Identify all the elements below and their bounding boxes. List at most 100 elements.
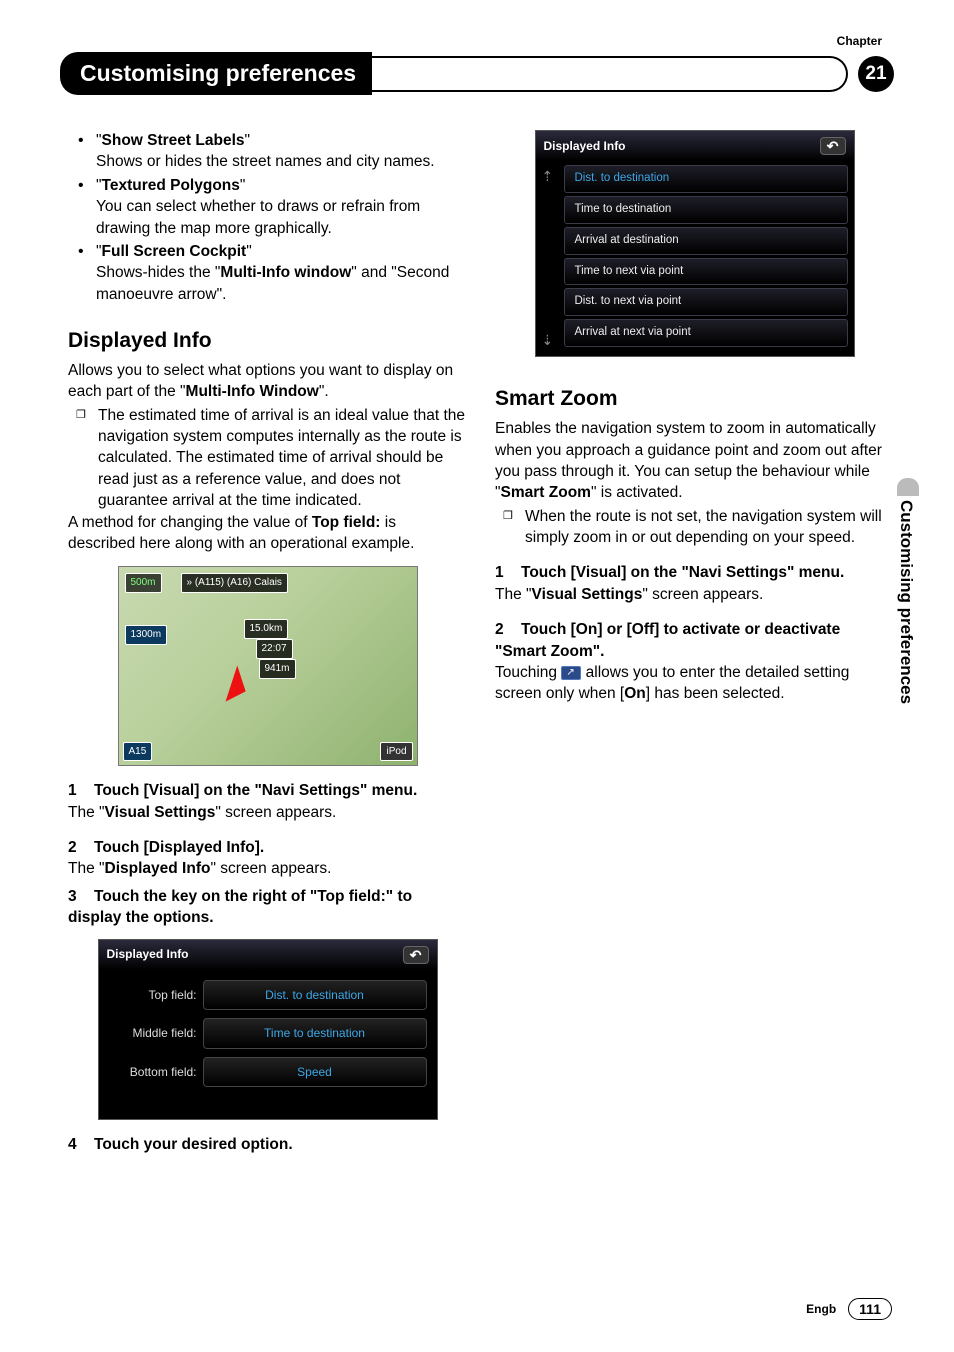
text-bold: Smart Zoom (501, 484, 591, 501)
option-title: Full Screen Cockpit (102, 243, 247, 260)
text-bold: On (624, 685, 646, 702)
step-4: 4Touch your desired option. (68, 1134, 467, 1155)
option-item[interactable]: Dist. to next via point (564, 288, 848, 316)
map-time-label: 22:07 (256, 639, 293, 659)
option-item[interactable]: Time to destination (564, 196, 848, 224)
text: " screen appears. (215, 804, 336, 821)
option-item[interactable]: Arrival at destination (564, 227, 848, 255)
side-tab-indicator (897, 478, 919, 496)
map-dist2-label: 15.0km (244, 619, 289, 639)
sz-step-1: 1Touch [Visual] on the "Navi Settings" m… (495, 562, 894, 583)
option-item[interactable]: Dist. to destination (564, 165, 848, 193)
text: Shows-hides the " (96, 264, 220, 281)
step-2: 2Touch [Displayed Info]. (68, 837, 467, 858)
note-list: When the route is not set, the navigatio… (495, 506, 894, 549)
title-band: Customising preferences 21 (60, 52, 894, 95)
text-bold: Multi-Info Window (186, 383, 319, 400)
sz-step-1-after: The "Visual Settings" screen appears. (495, 584, 894, 605)
chapter-number-badge: 21 (858, 56, 894, 92)
step-3: 3Touch the key on the right of "Top fiel… (68, 886, 467, 929)
map-scale-label: 500m (125, 573, 162, 593)
step-1: 1Touch [Visual] on the "Navi Settings" m… (68, 780, 467, 801)
map-alt-label: 941m (259, 659, 296, 679)
field-row-middle: Middle field: Time to destination (109, 1018, 427, 1049)
note-eta: The estimated time of arrival is an idea… (98, 405, 467, 512)
side-tab-label: Customising preferences (896, 500, 916, 704)
chapter-label: Chapter (837, 34, 882, 48)
map-screenshot: 500m » (A115) (A16) Calais 1300m 15.0km … (118, 566, 418, 766)
field-label: Top field: (109, 987, 203, 1004)
footer-language: Engb (806, 1302, 836, 1316)
text: A method for changing the value of (68, 514, 312, 531)
step-1-after: The "Visual Settings" screen appears. (68, 802, 467, 823)
text-bold: Multi-Info window (220, 264, 351, 281)
text: " is activated. (591, 484, 683, 501)
map-dist-label: 1300m (125, 625, 168, 645)
settings-tool-icon[interactable] (561, 666, 581, 680)
field-label: Bottom field: (109, 1064, 203, 1081)
option-desc: You can select whether to draws or refra… (96, 196, 467, 239)
displayed-info-intro: Allows you to select what options you wa… (68, 360, 467, 403)
text: ". (319, 383, 329, 400)
note-smart-zoom: When the route is not set, the navigatio… (525, 506, 894, 549)
text: The " (68, 804, 105, 821)
method-para: A method for changing the value of Top f… (68, 512, 467, 555)
heading-smart-zoom: Smart Zoom (495, 385, 894, 414)
device-screen-fields: Displayed Info ↶ Top field: Dist. to des… (98, 939, 438, 1121)
page-header: Chapter Customising preferences 21 (60, 38, 894, 95)
step-text: Touch [Displayed Info]. (94, 839, 264, 856)
field-value-button[interactable]: Time to destination (203, 1018, 427, 1049)
sz-step-2-after: Touching allows you to enter the detaile… (495, 662, 894, 705)
device-options-body: ⇡ Dist. to destination Time to destinati… (536, 161, 854, 356)
back-icon[interactable]: ↶ (403, 946, 429, 964)
text: " screen appears. (642, 586, 763, 603)
text: ] has been selected. (646, 685, 785, 702)
title-rule (372, 56, 848, 92)
back-icon[interactable]: ↶ (820, 137, 846, 155)
step-num: 3 (68, 886, 94, 907)
page-footer: Engb 111 (806, 1298, 892, 1320)
option-item[interactable]: Time to next via point (564, 258, 848, 286)
sz-step-2: 2Touch [On] or [Off] to activate or deac… (495, 619, 894, 662)
option-title: Show Street Labels (102, 132, 245, 149)
device-title: Displayed Info (544, 138, 626, 155)
device-header: Displayed Info ↶ (99, 940, 437, 970)
text-bold: Visual Settings (105, 804, 216, 821)
text-bold: Displayed Info (105, 860, 211, 877)
field-value-button[interactable]: Dist. to destination (203, 980, 427, 1011)
scroll-down-icon[interactable]: ⇣ (542, 331, 554, 350)
sz-step-1-block: 1Touch [Visual] on the "Navi Settings" m… (495, 562, 894, 605)
step-num: 4 (68, 1134, 94, 1155)
option-full-screen-cockpit: "Full Screen Cockpit" Shows-hides the "M… (96, 241, 467, 305)
options-bullet-list: "Show Street Labels" Shows or hides the … (68, 130, 467, 305)
map-road-badge: A15 (123, 742, 153, 762)
map-ipod-badge: iPod (380, 742, 412, 762)
option-desc: Shows or hides the street names and city… (96, 151, 467, 172)
option-desc: Shows-hides the "Multi-Info window" and … (96, 262, 467, 305)
option-item[interactable]: Arrival at next via point (564, 319, 848, 347)
smart-zoom-intro: Enables the navigation system to zoom in… (495, 418, 894, 504)
device-screen-options: Displayed Info ↶ ⇡ Dist. to destination … (535, 130, 855, 357)
text: The " (495, 586, 532, 603)
note-list: The estimated time of arrival is an idea… (68, 405, 467, 512)
text-bold: Visual Settings (532, 586, 643, 603)
map-pointer-icon (225, 666, 252, 707)
scroll-up-icon[interactable]: ⇡ (542, 167, 554, 186)
page-title: Customising preferences (60, 52, 372, 95)
option-title: Textured Polygons (102, 177, 240, 194)
field-row-bottom: Bottom field: Speed (109, 1057, 427, 1088)
text-bold: Top field: (312, 514, 381, 531)
text: Touching (495, 664, 561, 681)
step-2-block: 2Touch [Displayed Info]. The "Displayed … (68, 837, 467, 880)
heading-displayed-info: Displayed Info (68, 327, 467, 356)
step-num: 1 (495, 562, 521, 583)
step-text: Touch [Visual] on the "Navi Settings" me… (94, 782, 417, 799)
step-num: 1 (68, 780, 94, 801)
step-num: 2 (68, 837, 94, 858)
text: " screen appears. (210, 860, 331, 877)
step-text: Touch your desired option. (94, 1136, 293, 1153)
sz-step-2-block: 2Touch [On] or [Off] to activate or deac… (495, 619, 894, 705)
step-num: 2 (495, 619, 521, 640)
field-value-button[interactable]: Speed (203, 1057, 427, 1088)
device-header: Displayed Info ↶ (536, 131, 854, 161)
